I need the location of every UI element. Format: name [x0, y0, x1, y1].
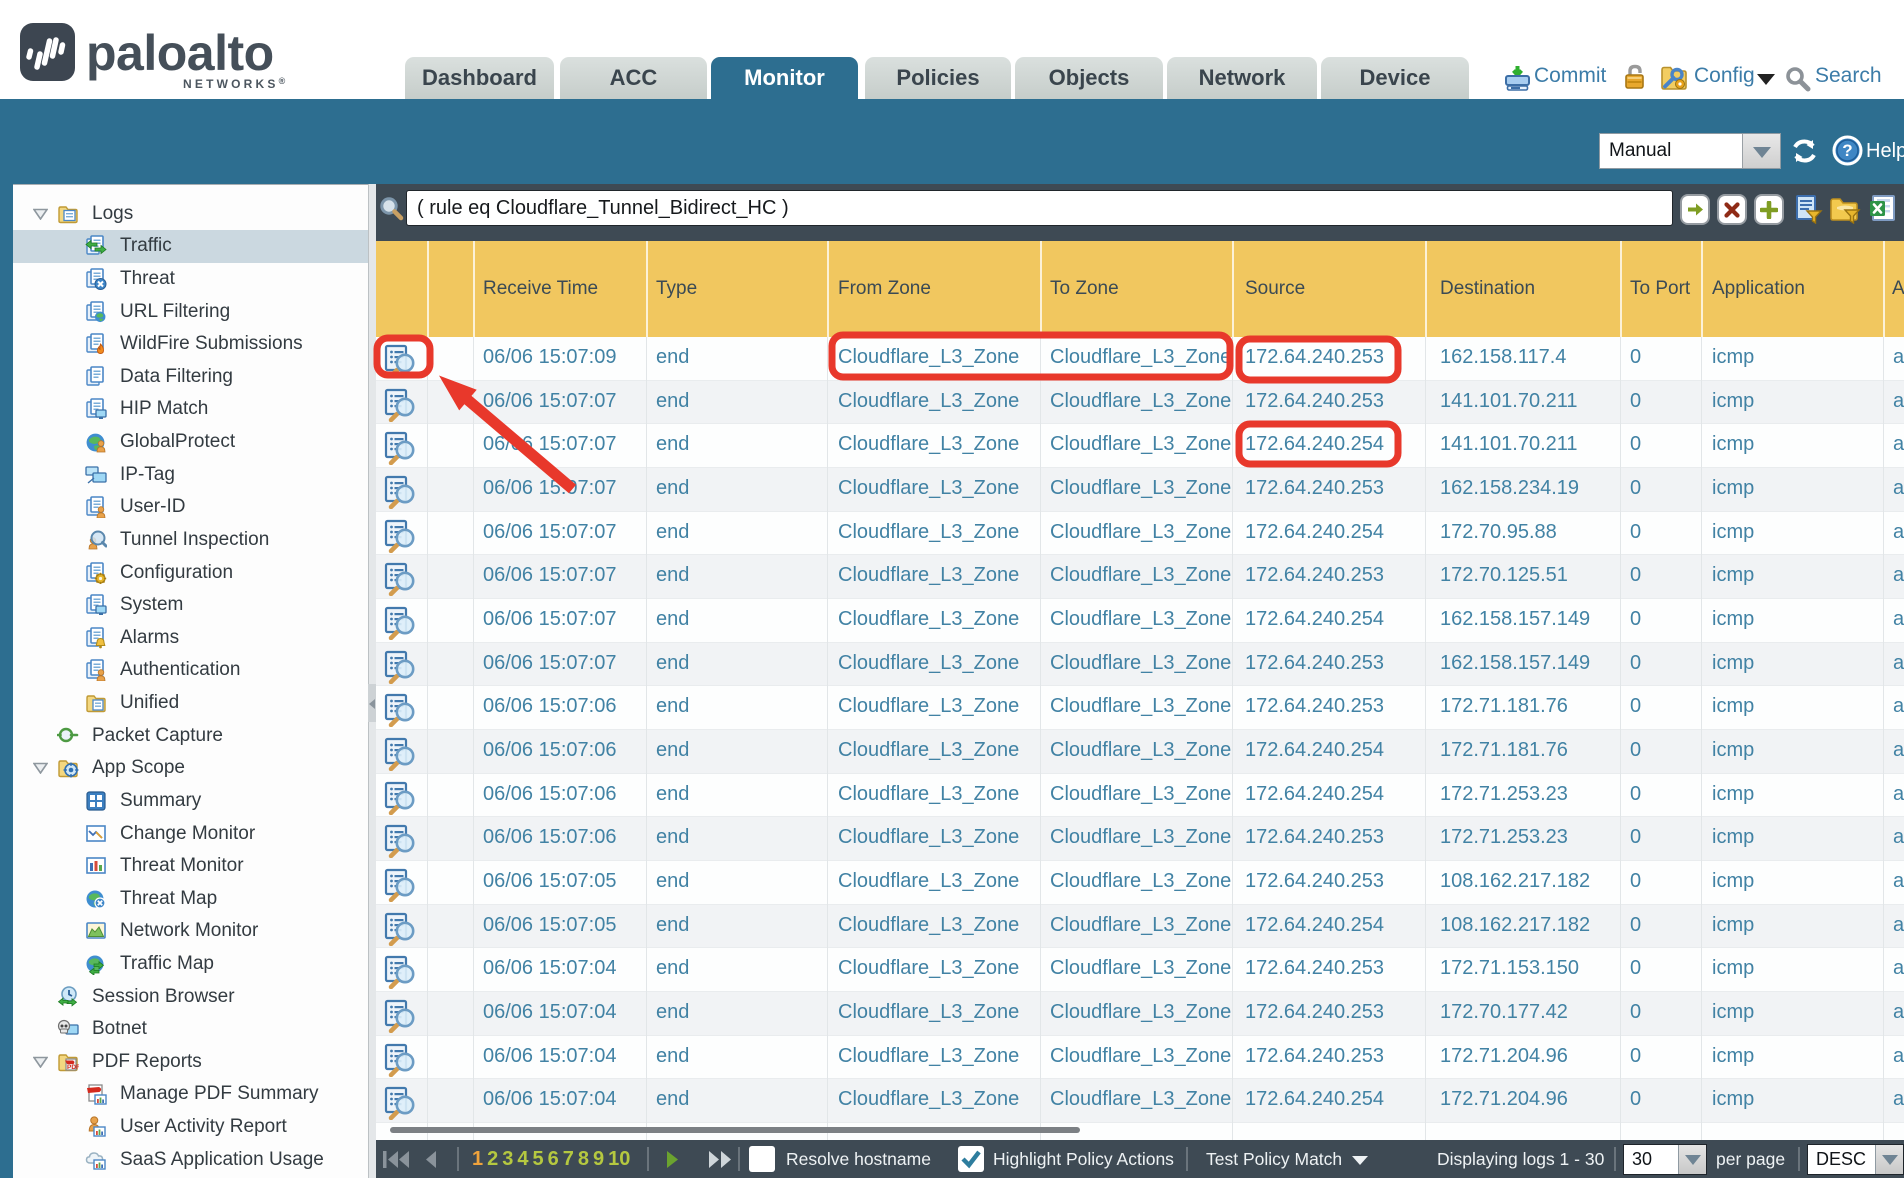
svg-text:?: ?: [1842, 141, 1852, 160]
svg-text:PDF: PDF: [67, 1064, 79, 1071]
